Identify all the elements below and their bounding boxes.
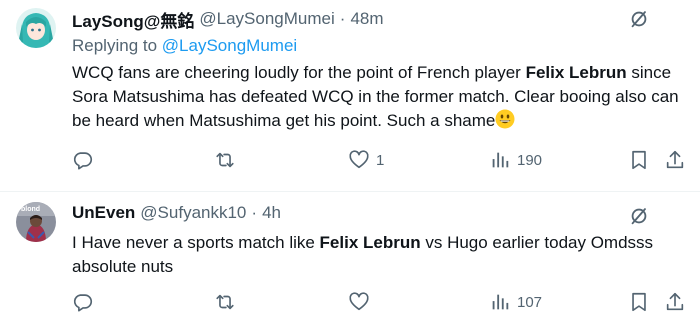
tweet-reply-1[interactable]: LaySong@無銘 @LaySongMumei · 48m Replying … (0, 0, 700, 192)
separator-dot: · (251, 203, 258, 222)
retweet-icon (216, 152, 234, 168)
replying-to: Replying to @LaySongMumei (72, 36, 297, 56)
tweet-text-part: I Have never a sports match like (72, 233, 320, 252)
retweet-button[interactable] (214, 290, 242, 314)
retweet-button[interactable] (214, 148, 242, 172)
tweet-text: I Have never a sports match like Felix L… (72, 231, 687, 279)
timestamp[interactable]: 4h (262, 203, 281, 223)
grok-slash-icon[interactable] (628, 205, 650, 227)
tweet-reply-2[interactable]: blond UnEven @Sufyankk10 · 4h I Have nev… (0, 192, 700, 332)
like-count: 1 (376, 151, 385, 169)
tweet-header: UnEven @Sufyankk10 · 4h (72, 202, 281, 224)
display-name[interactable]: UnEven (72, 203, 135, 223)
user-avatar[interactable] (16, 8, 56, 48)
share-icon (666, 292, 684, 311)
share-button[interactable] (664, 148, 686, 172)
avatar-text: blond (21, 206, 40, 213)
view-count: 107 (517, 293, 543, 311)
replying-to-handle[interactable]: @LaySongMumei (162, 36, 297, 55)
bookmark-icon (632, 292, 646, 312)
action-bar: 107 (72, 290, 692, 314)
separator-dot: · (339, 9, 346, 28)
grok-slash-icon[interactable] (628, 8, 650, 30)
user-avatar[interactable]: blond (16, 202, 56, 242)
action-bar: 1 190 (72, 148, 692, 172)
bookmark-icon (632, 150, 646, 170)
user-handle[interactable]: @LaySongMumei (199, 9, 334, 29)
user-handle[interactable]: @Sufyankk10 (140, 203, 246, 223)
view-count: 190 (517, 151, 543, 169)
share-button[interactable] (664, 290, 686, 314)
bookmark-button[interactable] (628, 290, 650, 314)
retweet-icon (216, 294, 234, 310)
tweet-text-part: WCQ fans are cheering loudly for the poi… (72, 63, 526, 82)
highlighted-name: Felix Lebrun (525, 63, 627, 82)
views-button[interactable]: 190 (489, 148, 542, 172)
reply-button[interactable] (72, 148, 100, 172)
grinning-face-emoji (495, 109, 515, 129)
replying-to-label: Replying to (72, 36, 158, 55)
reply-icon (73, 152, 93, 170)
tweet-header: LaySong@無銘 @LaySongMumei · 48m (72, 7, 384, 32)
timestamp[interactable]: 48m (350, 9, 383, 29)
heart-icon (349, 150, 369, 169)
like-button[interactable]: 1 (348, 148, 384, 172)
heart-icon (349, 292, 369, 311)
views-bar-chart-icon (492, 152, 509, 168)
reply-button[interactable] (72, 290, 100, 314)
tweet-text: WCQ fans are cheering loudly for the poi… (72, 61, 687, 133)
highlighted-name: Felix Lebrun (319, 233, 421, 252)
reply-icon (73, 294, 93, 312)
bookmark-button[interactable] (628, 148, 650, 172)
display-name[interactable]: LaySong@無銘 (72, 7, 194, 32)
share-icon (666, 150, 684, 169)
views-button[interactable]: 107 (489, 290, 542, 314)
views-bar-chart-icon (492, 294, 509, 310)
like-button[interactable] (348, 290, 376, 314)
